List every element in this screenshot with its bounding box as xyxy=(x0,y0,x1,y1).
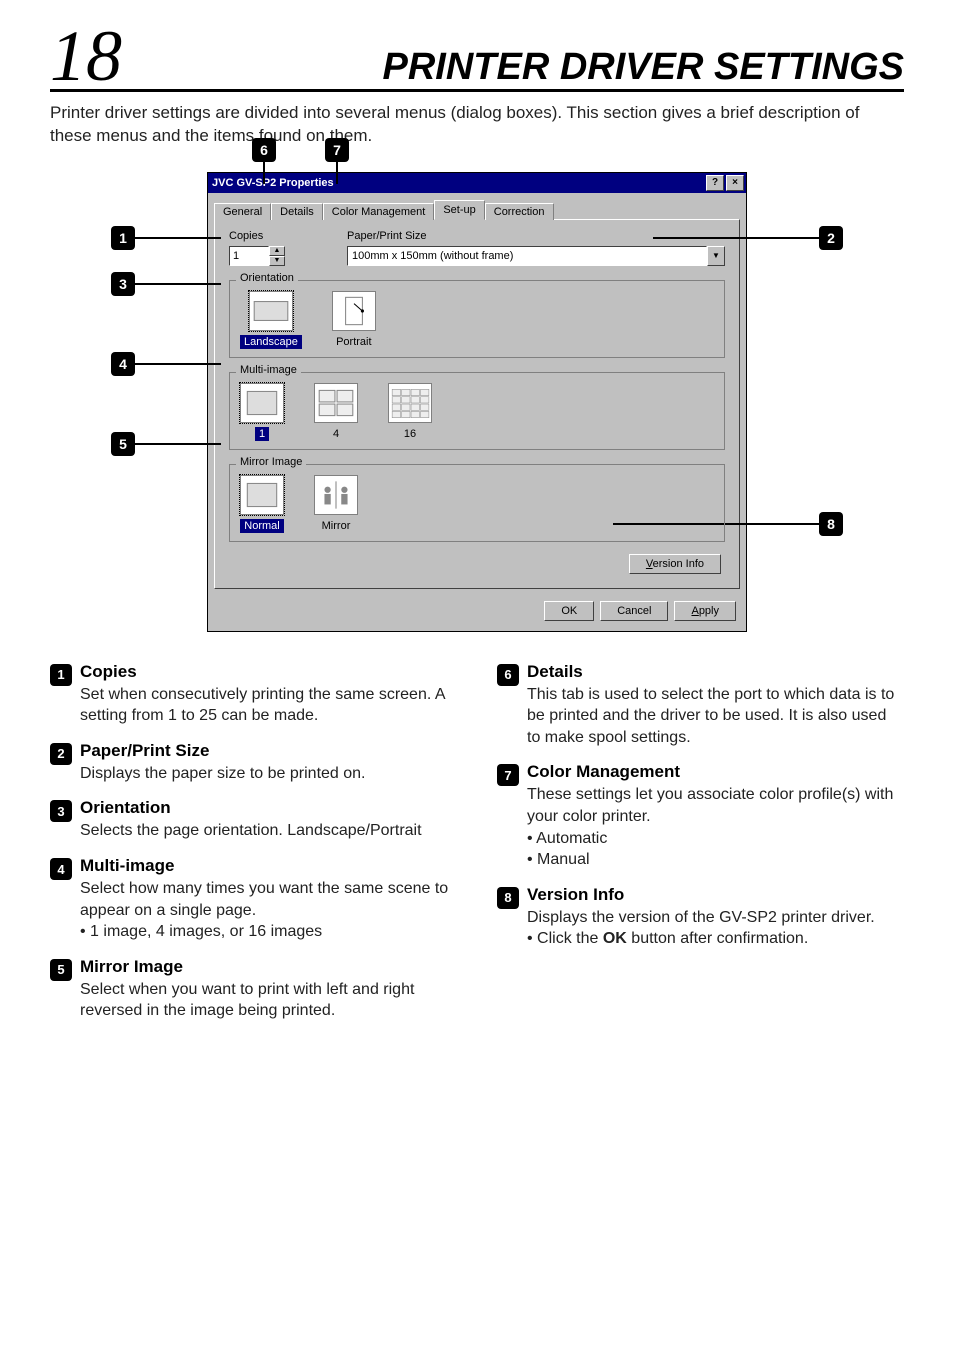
item-badge-6: 6 xyxy=(497,664,519,686)
dialog-titlebar[interactable]: JVC GV-SP2 Properties ? × xyxy=(208,173,746,193)
item-desc: These settings let you associate color p… xyxy=(527,784,904,827)
mirror-normal[interactable]: Normal xyxy=(240,475,284,533)
multi-image-label: Multi-image xyxy=(236,364,301,376)
description-column-left: 1 Copies Set when consecutively printing… xyxy=(50,662,457,1036)
page-title: PRINTER DRIVER SETTINGS xyxy=(122,46,904,89)
description-column-right: 6 Details This tab is used to select the… xyxy=(497,662,904,1036)
callout-4: 4 xyxy=(111,352,135,376)
tab-setup[interactable]: Set-up xyxy=(434,200,484,220)
orientation-group: Orientation Landscape Portrait xyxy=(229,280,725,358)
item-desc: Select when you want to print with left … xyxy=(80,979,457,1022)
callout-5: 5 xyxy=(111,432,135,456)
multi-image-1[interactable]: 1 xyxy=(240,383,284,441)
page-number: 18 xyxy=(50,24,122,89)
item-badge-8: 8 xyxy=(497,887,519,909)
item-heading: Multi-image xyxy=(80,856,457,876)
callout-6: 6 xyxy=(252,138,276,162)
copies-spin-down-icon[interactable]: ▼ xyxy=(269,256,285,266)
item-badge-5: 5 xyxy=(50,959,72,981)
ok-button[interactable]: OK xyxy=(544,601,594,621)
mirror-image-group: Mirror Image Normal Mirror xyxy=(229,464,725,542)
item-heading: Color Management xyxy=(527,762,904,782)
mirror-image-label: Mirror Image xyxy=(236,456,306,468)
item-badge-2: 2 xyxy=(50,743,72,765)
item-desc-extra: • Click the OK button after confirmation… xyxy=(527,928,875,950)
callout-2: 2 xyxy=(819,226,843,250)
dialog-tabs: General Details Color Management Set-up … xyxy=(208,193,746,219)
item-heading: Copies xyxy=(80,662,457,682)
item-desc: Displays the paper size to be printed on… xyxy=(80,763,366,785)
item-heading: Paper/Print Size xyxy=(80,741,366,761)
copies-input[interactable] xyxy=(229,246,269,266)
multi-image-4[interactable]: 4 xyxy=(314,383,358,441)
callout-7: 7 xyxy=(325,138,349,162)
multi-image-group: Multi-image 1 4 xyxy=(229,372,725,450)
item-bullets: • Automatic • Manual xyxy=(527,828,904,871)
intro-text: Printer driver settings are divided into… xyxy=(50,102,904,148)
item-desc: Select how many times you want the same … xyxy=(80,878,457,921)
item-desc: This tab is used to select the port to w… xyxy=(527,684,904,749)
copies-label: Copies xyxy=(229,230,329,242)
item-badge-3: 3 xyxy=(50,800,72,822)
item-desc-extra: • 1 image, 4 images, or 16 images xyxy=(80,921,457,943)
item-desc: Displays the version of the GV-SP2 print… xyxy=(527,907,875,929)
dialog-title: JVC GV-SP2 Properties xyxy=(212,177,704,189)
mirror-mirror[interactable]: Mirror xyxy=(314,475,358,533)
multi-image-16[interactable]: 16 xyxy=(388,383,432,441)
item-heading: Version Info xyxy=(527,885,875,905)
orientation-label: Orientation xyxy=(236,272,298,284)
item-heading: Orientation xyxy=(80,798,422,818)
help-icon[interactable]: ? xyxy=(706,175,724,191)
item-badge-7: 7 xyxy=(497,764,519,786)
callout-1: 1 xyxy=(111,226,135,250)
orientation-portrait[interactable]: Portrait xyxy=(332,291,376,349)
item-heading: Details xyxy=(527,662,904,682)
item-badge-4: 4 xyxy=(50,858,72,880)
item-desc: Set when consecutively printing the same… xyxy=(80,684,457,727)
version-info-button[interactable]: Version Info xyxy=(629,554,721,574)
item-desc: Selects the page orientation. Landscape/… xyxy=(80,820,422,842)
tab-details[interactable]: Details xyxy=(271,203,323,220)
apply-button[interactable]: Apply xyxy=(674,601,736,621)
close-icon[interactable]: × xyxy=(726,175,744,191)
callout-3: 3 xyxy=(111,272,135,296)
cancel-button[interactable]: Cancel xyxy=(600,601,668,621)
orientation-landscape[interactable]: Landscape xyxy=(240,291,302,349)
callout-8: 8 xyxy=(819,512,843,536)
tab-correction[interactable]: Correction xyxy=(485,203,554,220)
item-heading: Mirror Image xyxy=(80,957,457,977)
tab-general[interactable]: General xyxy=(214,203,271,220)
dialog-figure: 6 7 1 3 4 5 2 8 xyxy=(207,172,747,632)
item-badge-1: 1 xyxy=(50,664,72,686)
copies-spin-up-icon[interactable]: ▲ xyxy=(269,246,285,256)
tab-color-management[interactable]: Color Management xyxy=(323,203,435,220)
